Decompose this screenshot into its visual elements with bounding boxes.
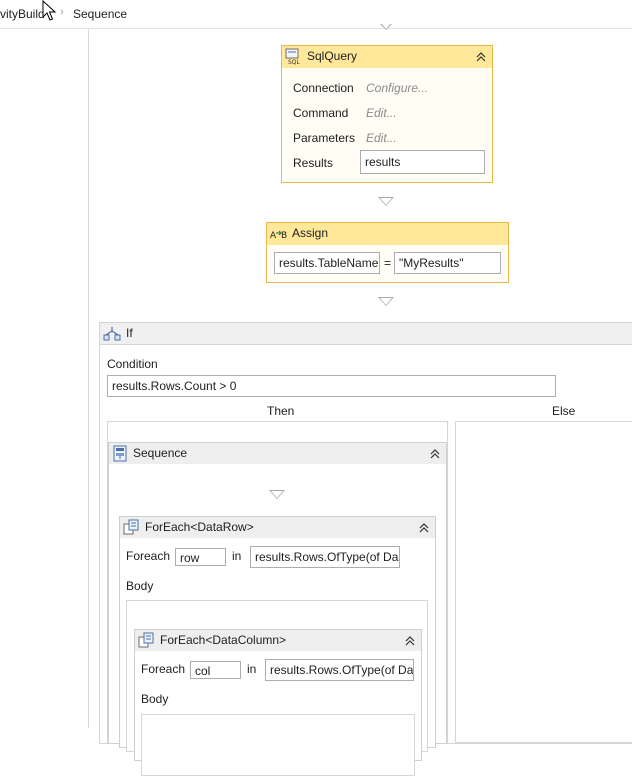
- sequence-title: Sequence: [133, 446, 188, 460]
- else-label: Else: [552, 404, 576, 418]
- sequence-header[interactable]: Sequence: [109, 443, 446, 464]
- svg-text:SQL: SQL: [288, 59, 301, 65]
- foreach-col-body[interactable]: [141, 714, 415, 776]
- collapse-chevron-icon[interactable]: [474, 50, 488, 64]
- if-icon: [103, 327, 121, 341]
- if-activity[interactable]: If Condition results.Rows.Count > 0 Then…: [99, 322, 632, 776]
- breadcrumb-item-sequence[interactable]: Sequence: [73, 7, 127, 21]
- assign-icon: A B: [270, 230, 287, 241]
- foreach-row-variable-input[interactable]: row: [175, 548, 226, 566]
- assign-value-input[interactable]: "MyResults": [394, 252, 501, 274]
- if-title: If: [126, 326, 133, 340]
- foreach-datarow-activity[interactable]: ForEach<DataRow> Foreach row in results.…: [119, 516, 436, 776]
- body-label: Body: [126, 579, 154, 593]
- foreach-icon: [123, 519, 139, 535]
- body-label: Body: [141, 692, 169, 706]
- condition-label: Condition: [107, 357, 158, 371]
- parameters-label: Parameters: [293, 131, 356, 145]
- drop-arrow-icon[interactable]: [378, 197, 394, 206]
- collapse-chevron-icon[interactable]: [403, 634, 417, 648]
- foreach-label: Foreach: [126, 549, 171, 563]
- foreach-row-values-input[interactable]: results.Rows.OfType(of Da: [250, 546, 400, 568]
- sql-icon: SQL: [285, 48, 301, 65]
- foreach-col-variable-input[interactable]: col: [190, 661, 241, 679]
- mouse-cursor-icon: [42, 0, 56, 21]
- then-label: Then: [267, 404, 295, 418]
- assign-title: Assign: [292, 226, 329, 240]
- parameters-edit-link[interactable]: Edit...: [366, 131, 397, 145]
- drop-arrow-icon[interactable]: [378, 297, 394, 306]
- results-input[interactable]: results: [360, 150, 485, 174]
- in-label: in: [232, 549, 242, 563]
- assign-activity[interactable]: A B Assign results.TableName = "MyResult…: [266, 222, 509, 283]
- sequence-activity[interactable]: Sequence ForEach<DataRow> Foreach row in…: [108, 442, 447, 776]
- command-label: Command: [293, 106, 349, 120]
- collapse-chevron-icon[interactable]: [417, 521, 431, 535]
- sequence-icon: [113, 445, 127, 462]
- foreach-icon: [138, 632, 154, 648]
- drop-arrow-icon[interactable]: [269, 490, 285, 499]
- svg-text:A: A: [270, 231, 277, 241]
- svg-text:B: B: [281, 231, 287, 241]
- drop-arrow-icon[interactable]: [380, 22, 392, 30]
- foreach-datacolumn-activity[interactable]: ForEach<DataColumn> Foreach col in resul…: [134, 629, 422, 776]
- assign-to-input[interactable]: results.TableName: [274, 252, 380, 274]
- collapse-chevron-icon[interactable]: [428, 447, 442, 461]
- command-edit-link[interactable]: Edit...: [366, 106, 397, 120]
- assign-header[interactable]: A B Assign: [267, 223, 508, 245]
- connection-configure-link[interactable]: Configure...: [366, 81, 428, 95]
- foreach-col-values-input[interactable]: results.Rows.OfType(of Da: [265, 659, 414, 681]
- foreach-datarow-header[interactable]: ForEach<DataRow>: [120, 517, 435, 538]
- chevron-right-icon: ›: [60, 6, 64, 18]
- connection-label: Connection: [293, 81, 354, 95]
- breadcrumb: vityBuild › Sequence: [0, 0, 632, 29]
- sqlquery-header[interactable]: SQL SqlQuery: [282, 46, 492, 68]
- in-label: in: [247, 662, 257, 676]
- condition-input[interactable]: results.Rows.Count > 0: [107, 375, 556, 397]
- sqlquery-title: SqlQuery: [307, 49, 358, 63]
- foreach-label: Foreach: [141, 662, 186, 676]
- designer-left-edge: [88, 29, 89, 728]
- sqlquery-activity[interactable]: SQL SqlQuery Connection Configure... Com…: [281, 45, 493, 183]
- foreach-datacolumn-header[interactable]: ForEach<DataColumn>: [135, 630, 421, 651]
- foreach-datarow-title: ForEach<DataRow>: [145, 520, 254, 534]
- foreach-datacolumn-title: ForEach<DataColumn>: [160, 633, 287, 647]
- assign-equals-sign: =: [384, 256, 392, 270]
- if-header[interactable]: If: [100, 323, 632, 345]
- breadcrumb-item-parent[interactable]: vityBuild: [0, 7, 45, 21]
- else-branch[interactable]: [455, 421, 632, 743]
- results-label: Results: [293, 156, 334, 170]
